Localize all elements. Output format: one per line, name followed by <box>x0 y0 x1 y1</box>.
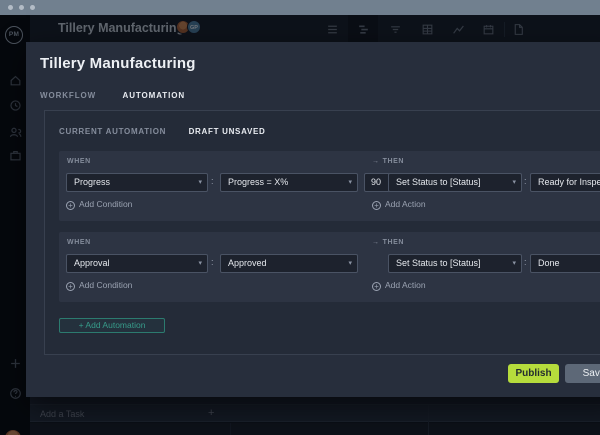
add-action-label: Add Action <box>385 199 426 209</box>
plus-circle-icon: + <box>372 201 381 210</box>
condition-operator-value: Approved <box>228 258 267 268</box>
subtab-current-automation[interactable]: CURRENT AUTOMATION <box>59 127 166 136</box>
modal-tabs: WORKFLOW AUTOMATION <box>40 85 207 103</box>
separator-colon: : <box>211 176 214 186</box>
plus-circle-icon: + <box>372 282 381 291</box>
action-type-dropdown[interactable]: Set Status to [Status] ▾ <box>388 254 522 273</box>
chevron-down-icon: ▾ <box>198 255 202 272</box>
condition-operator-dropdown[interactable]: Progress = X% ▾ <box>220 173 358 192</box>
separator-colon: : <box>211 257 214 267</box>
separator-colon: : <box>524 257 527 267</box>
action-type-value: Set Status to [Status] <box>396 258 481 268</box>
window-close-button[interactable] <box>8 5 13 10</box>
chevron-down-icon: ▾ <box>348 174 352 191</box>
condition-operator-dropdown[interactable]: Approved ▾ <box>220 254 358 273</box>
action-value-dropdown[interactable]: Done <box>530 254 600 273</box>
action-value: Ready for Inspection <box>538 177 600 187</box>
automation-subtabs: CURRENT AUTOMATION DRAFT UNSAVED <box>59 121 284 139</box>
then-label: →THEN <box>372 239 404 246</box>
condition-field-dropdown[interactable]: Progress ▾ <box>66 173 208 192</box>
modal-title: Tillery Manufacturing <box>40 55 196 72</box>
when-label: WHEN <box>67 158 91 165</box>
condition-field-dropdown[interactable]: Approval ▾ <box>66 254 208 273</box>
action-value: Done <box>538 258 560 268</box>
tab-workflow[interactable]: WORKFLOW <box>40 91 96 100</box>
add-action-link[interactable]: + Add Action <box>372 199 426 210</box>
arrow-right-icon: → <box>372 158 380 165</box>
action-type-dropdown[interactable]: Set Status to [Status] ▾ <box>388 173 522 192</box>
add-condition-link[interactable]: + Add Condition <box>66 280 132 291</box>
chevron-down-icon: ▾ <box>198 174 202 191</box>
chevron-down-icon: ▾ <box>348 255 352 272</box>
action-value-dropdown[interactable]: Ready for Inspection <box>530 173 600 192</box>
window-zoom-button[interactable] <box>30 5 35 10</box>
when-label: WHEN <box>67 239 91 246</box>
screen: PM Tillery Manufacturing GP <box>0 0 600 435</box>
add-condition-label: Add Condition <box>79 199 132 209</box>
condition-operator-value: Progress = X% <box>228 177 288 187</box>
automation-modal: Tillery Manufacturing WORKFLOW AUTOMATIO… <box>26 42 600 397</box>
window-titlebar <box>0 0 600 15</box>
separator-colon: : <box>524 176 527 186</box>
add-condition-label: Add Condition <box>79 280 132 290</box>
tab-automation[interactable]: AUTOMATION <box>123 91 185 100</box>
add-action-link[interactable]: + Add Action <box>372 280 426 291</box>
then-label: →THEN <box>372 158 404 165</box>
condition-value-input[interactable]: 90 <box>364 173 390 192</box>
automation-rule-card: WHEN Progress ▾ : Progress = X% ▾ 90 + Ad… <box>59 151 600 221</box>
action-type-value: Set Status to [Status] <box>396 177 481 187</box>
save-button[interactable]: Save <box>565 364 600 383</box>
condition-field-value: Progress <box>74 177 110 187</box>
automation-rule-card: WHEN Approval ▾ : Approved ▾ + Add Condit… <box>59 232 600 302</box>
chevron-down-icon: ▾ <box>512 174 516 191</box>
add-action-label: Add Action <box>385 280 426 290</box>
automation-panel: CURRENT AUTOMATION DRAFT UNSAVED WHEN Pr… <box>44 110 600 355</box>
plus-circle-icon: + <box>66 282 75 291</box>
publish-button[interactable]: Publish <box>508 364 559 383</box>
add-condition-link[interactable]: + Add Condition <box>66 199 132 210</box>
window-minimize-button[interactable] <box>19 5 24 10</box>
plus-circle-icon: + <box>66 201 75 210</box>
add-automation-button[interactable]: + Add Automation <box>59 318 165 333</box>
condition-field-value: Approval <box>74 258 110 268</box>
arrow-right-icon: → <box>372 239 380 246</box>
chevron-down-icon: ▾ <box>512 255 516 272</box>
subtab-draft-unsaved[interactable]: DRAFT UNSAVED <box>189 127 266 136</box>
